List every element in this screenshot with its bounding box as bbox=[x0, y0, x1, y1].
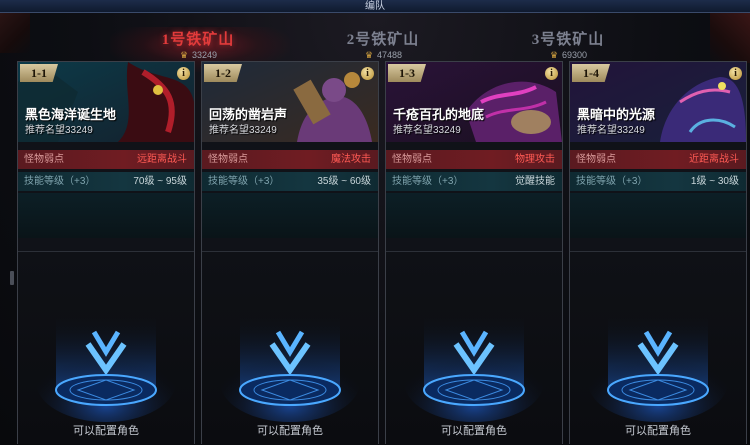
skill-row: 技能等级（+3） 70级 ~ 95级 bbox=[18, 172, 194, 191]
mine-value: 69300 bbox=[561, 50, 588, 60]
card-info-area bbox=[18, 193, 194, 238]
weakness-value: 远距离战斗 bbox=[137, 154, 187, 165]
skill-label: 技能等级（+3） bbox=[24, 176, 96, 187]
card-info-area bbox=[570, 193, 746, 238]
corner-ornament-left bbox=[0, 13, 30, 53]
mine-value: 33249 bbox=[191, 50, 218, 60]
stage-badge: 1-2 bbox=[204, 64, 242, 82]
stage-card-1-4[interactable]: 1-4 i 黑暗中的光源 推荐名望33249 怪物弱点 近距离战斗 技能等级（+3… bbox=[569, 61, 747, 444]
slot-label: 可以配置角色 bbox=[625, 425, 691, 437]
weakness-label: 怪物弱点 bbox=[392, 154, 432, 165]
character-slot[interactable]: 可以配置角色 bbox=[202, 251, 378, 444]
weakness-value: 近距离战斗 bbox=[689, 154, 739, 165]
skill-value: 70级 ~ 95级 bbox=[133, 176, 187, 187]
card-info-area bbox=[386, 193, 562, 238]
info-icon[interactable]: i bbox=[545, 67, 558, 80]
character-slot[interactable]: 可以配置角色 bbox=[570, 251, 746, 444]
stage-art: 1-1 i 黑色海洋诞生地 推荐名望33249 bbox=[18, 62, 194, 142]
slot-label: 可以配置角色 bbox=[73, 425, 139, 437]
slot-label: 可以配置角色 bbox=[257, 425, 323, 437]
corner-ornament-right bbox=[710, 13, 750, 63]
weakness-label: 怪物弱点 bbox=[208, 154, 248, 165]
skill-label: 技能等级（+3） bbox=[392, 176, 464, 187]
weakness-row: 怪物弱点 远距离战斗 bbox=[18, 150, 194, 169]
panel-pin bbox=[10, 271, 14, 285]
crest-icon: ♛ bbox=[549, 49, 559, 60]
character-slot[interactable]: 可以配置角色 bbox=[386, 251, 562, 444]
skill-label: 技能等级（+3） bbox=[208, 176, 280, 187]
stage-badge: 1-3 bbox=[388, 64, 426, 82]
stage-badge: 1-1 bbox=[20, 64, 58, 82]
crest-icon: ♛ bbox=[179, 49, 189, 60]
skill-row: 技能等级（+3） 35级 ~ 60级 bbox=[202, 172, 378, 191]
skill-value: 觉醒技能 bbox=[515, 176, 555, 187]
weakness-row: 怪物弱点 近距离战斗 bbox=[570, 150, 746, 169]
crest-icon: ♛ bbox=[364, 49, 374, 60]
weakness-label: 怪物弱点 bbox=[576, 154, 616, 165]
stage-recommend: 推荐名望33249 bbox=[25, 125, 93, 136]
mine-name: 3号铁矿山 bbox=[531, 32, 605, 48]
skill-value: 35级 ~ 60级 bbox=[317, 176, 371, 187]
skill-row: 技能等级（+3） 觉醒技能 bbox=[386, 172, 562, 191]
mine-tab-1[interactable]: 1号铁矿山 ♛ 33249 bbox=[138, 28, 258, 60]
stage-recommend: 推荐名望33249 bbox=[209, 125, 277, 136]
character-slot[interactable]: 可以配置角色 bbox=[18, 251, 194, 444]
card-info-area bbox=[202, 193, 378, 238]
weakness-row: 怪物弱点 物理攻击 bbox=[386, 150, 562, 169]
mine-tab-2[interactable]: 2号铁矿山 ♛ 47488 bbox=[323, 28, 443, 60]
stage-card-1-2[interactable]: 1-2 i 回荡的凿岩声 推荐名望33249 怪物弱点 魔法攻击 技能等级（+3）… bbox=[201, 61, 379, 444]
formation-panel: 1号铁矿山 ♛ 33249 2号铁矿山 ♛ 47488 3号铁矿山 ♛ 69300 1… bbox=[0, 13, 750, 445]
mine-name: 2号铁矿山 bbox=[346, 32, 420, 48]
weakness-value: 物理攻击 bbox=[515, 154, 555, 165]
stage-art: 1-3 i 千疮百孔的地底 推荐名望33249 bbox=[386, 62, 562, 142]
stage-art: 1-2 i 回荡的凿岩声 推荐名望33249 bbox=[202, 62, 378, 142]
stage-badge: 1-4 bbox=[572, 64, 610, 82]
mine-name: 1号铁矿山 bbox=[161, 32, 235, 48]
stage-recommend: 推荐名望33249 bbox=[393, 125, 461, 136]
window-title: 编队 bbox=[0, 0, 750, 13]
stage-recommend: 推荐名望33249 bbox=[577, 125, 645, 136]
skill-row: 技能等级（+3） 1级 ~ 30级 bbox=[570, 172, 746, 191]
weakness-label: 怪物弱点 bbox=[24, 154, 64, 165]
stage-card-1-3[interactable]: 1-3 i 千疮百孔的地底 推荐名望33249 怪物弱点 物理攻击 技能等级（+3… bbox=[385, 61, 563, 444]
mine-tab-3[interactable]: 3号铁矿山 ♛ 69300 bbox=[508, 28, 628, 60]
slot-label: 可以配置角色 bbox=[441, 425, 507, 437]
mine-value: 47488 bbox=[376, 50, 403, 60]
info-icon[interactable]: i bbox=[177, 67, 190, 80]
stage-card-1-1[interactable]: 1-1 i 黑色海洋诞生地 推荐名望33249 怪物弱点 远距离战斗 技能等级（+… bbox=[17, 61, 195, 444]
info-icon[interactable]: i bbox=[729, 67, 742, 80]
stage-art: 1-4 i 黑暗中的光源 推荐名望33249 bbox=[570, 62, 746, 142]
weakness-value: 魔法攻击 bbox=[331, 154, 371, 165]
weakness-row: 怪物弱点 魔法攻击 bbox=[202, 150, 378, 169]
skill-value: 1级 ~ 30级 bbox=[690, 176, 739, 187]
info-icon[interactable]: i bbox=[361, 67, 374, 80]
skill-label: 技能等级（+3） bbox=[576, 176, 648, 187]
